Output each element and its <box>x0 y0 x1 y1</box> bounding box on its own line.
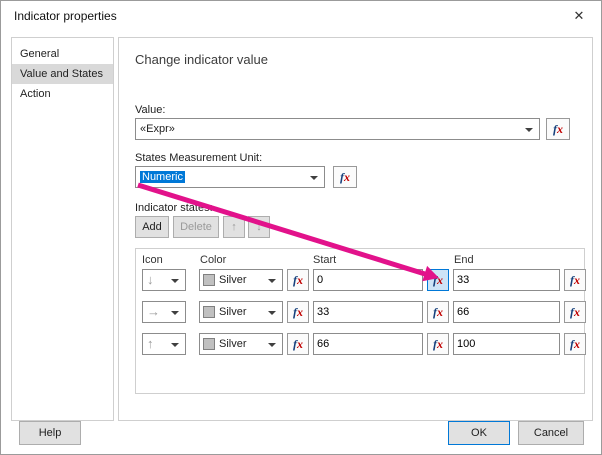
chevron-down-icon <box>268 343 276 347</box>
fx-icon: fx <box>570 273 580 287</box>
chevron-down-icon <box>171 343 179 347</box>
down-arrow-icon: ↓ <box>147 272 154 287</box>
unit-label: States Measurement Unit: <box>135 152 263 164</box>
start-input[interactable] <box>313 333 423 355</box>
start-input[interactable] <box>313 301 423 323</box>
end-input[interactable] <box>453 301 560 323</box>
dialog-title: Indicator properties <box>14 9 117 23</box>
delete-state-button[interactable]: Delete <box>173 216 219 238</box>
color-name: Silver <box>219 274 247 286</box>
color-expression-button[interactable]: fx <box>287 333 309 355</box>
fx-icon: fx <box>340 170 350 184</box>
indicator-properties-dialog: Indicator properties ✕ General Value and… <box>0 0 602 455</box>
icon-dropdown[interactable]: → <box>142 301 186 323</box>
unit-dropdown[interactable]: Numeric <box>135 166 325 188</box>
move-up-button[interactable]: ↑ <box>223 216 245 238</box>
icon-dropdown[interactable]: ↑ <box>142 333 186 355</box>
sidebar-item-value-and-states[interactable]: Value and States <box>12 64 113 84</box>
color-expression-button[interactable]: fx <box>287 301 309 323</box>
chevron-down-icon <box>525 128 533 132</box>
indicator-states-table: Icon Color Start End ↓ Silver fx fx <box>135 248 586 394</box>
up-arrow-icon: ↑ <box>147 336 154 351</box>
start-expression-button[interactable]: fx <box>427 269 449 291</box>
end-input[interactable] <box>453 333 560 355</box>
cancel-button[interactable]: Cancel <box>518 421 584 445</box>
chevron-down-icon <box>268 311 276 315</box>
add-state-button[interactable]: Add <box>135 216 169 238</box>
fx-icon: fx <box>293 305 303 319</box>
value-expression-button[interactable]: fx <box>546 118 570 140</box>
page-title: Change indicator value <box>135 52 268 67</box>
end-expression-button[interactable]: fx <box>564 333 586 355</box>
color-expression-button[interactable]: fx <box>287 269 309 291</box>
end-expression-button[interactable]: fx <box>564 269 586 291</box>
indicator-states-label: Indicator states: <box>135 202 213 214</box>
start-expression-button[interactable]: fx <box>427 333 449 355</box>
fx-icon: fx <box>553 122 563 136</box>
value-dropdown[interactable]: «Expr» <box>135 118 540 140</box>
unit-expression-button[interactable]: fx <box>333 166 357 188</box>
color-swatch <box>203 274 215 286</box>
color-name: Silver <box>219 306 247 318</box>
fx-icon: fx <box>293 273 303 287</box>
sidebar-item-general[interactable]: General <box>12 44 113 64</box>
color-dropdown[interactable]: Silver <box>199 333 283 355</box>
icon-dropdown[interactable]: ↓ <box>142 269 186 291</box>
color-name: Silver <box>219 338 247 350</box>
start-expression-button[interactable]: fx <box>427 301 449 323</box>
end-expression-button[interactable]: fx <box>564 301 586 323</box>
right-arrow-icon: → <box>147 304 160 319</box>
up-arrow-icon: ↑ <box>231 221 237 233</box>
down-arrow-icon: ↓ <box>256 221 262 233</box>
value-dropdown-text: «Expr» <box>140 123 175 135</box>
chevron-down-icon <box>171 311 179 315</box>
fx-icon: fx <box>433 337 443 351</box>
column-header-color: Color <box>200 254 227 266</box>
fx-icon: fx <box>433 273 443 287</box>
chevron-down-icon <box>171 279 179 283</box>
table-row: ↑ Silver fx fx fx <box>136 333 586 355</box>
fx-icon: fx <box>433 305 443 319</box>
column-header-start: Start <box>313 254 337 266</box>
color-dropdown[interactable]: Silver <box>199 269 283 291</box>
close-icon[interactable]: ✕ <box>570 7 588 25</box>
move-down-button[interactable]: ↓ <box>248 216 270 238</box>
end-input[interactable] <box>453 269 560 291</box>
column-header-end: End <box>454 254 474 266</box>
main-panel: Change indicator value Value: «Expr» fx … <box>118 37 593 421</box>
chevron-down-icon <box>268 279 276 283</box>
fx-icon: fx <box>570 305 580 319</box>
start-input[interactable] <box>313 269 423 291</box>
unit-dropdown-text: Numeric <box>140 171 185 183</box>
fx-icon: fx <box>570 337 580 351</box>
ok-button[interactable]: OK <box>448 421 510 445</box>
color-swatch <box>203 338 215 350</box>
sidebar-item-action[interactable]: Action <box>12 84 113 104</box>
chevron-down-icon <box>310 176 318 180</box>
color-swatch <box>203 306 215 318</box>
fx-icon: fx <box>293 337 303 351</box>
category-list: General Value and States Action <box>11 37 114 421</box>
help-button[interactable]: Help <box>19 421 81 445</box>
table-row: ↓ Silver fx fx fx <box>136 269 586 291</box>
table-row: → Silver fx fx fx <box>136 301 586 323</box>
value-label: Value: <box>135 104 166 116</box>
column-header-icon: Icon <box>142 254 163 266</box>
color-dropdown[interactable]: Silver <box>199 301 283 323</box>
